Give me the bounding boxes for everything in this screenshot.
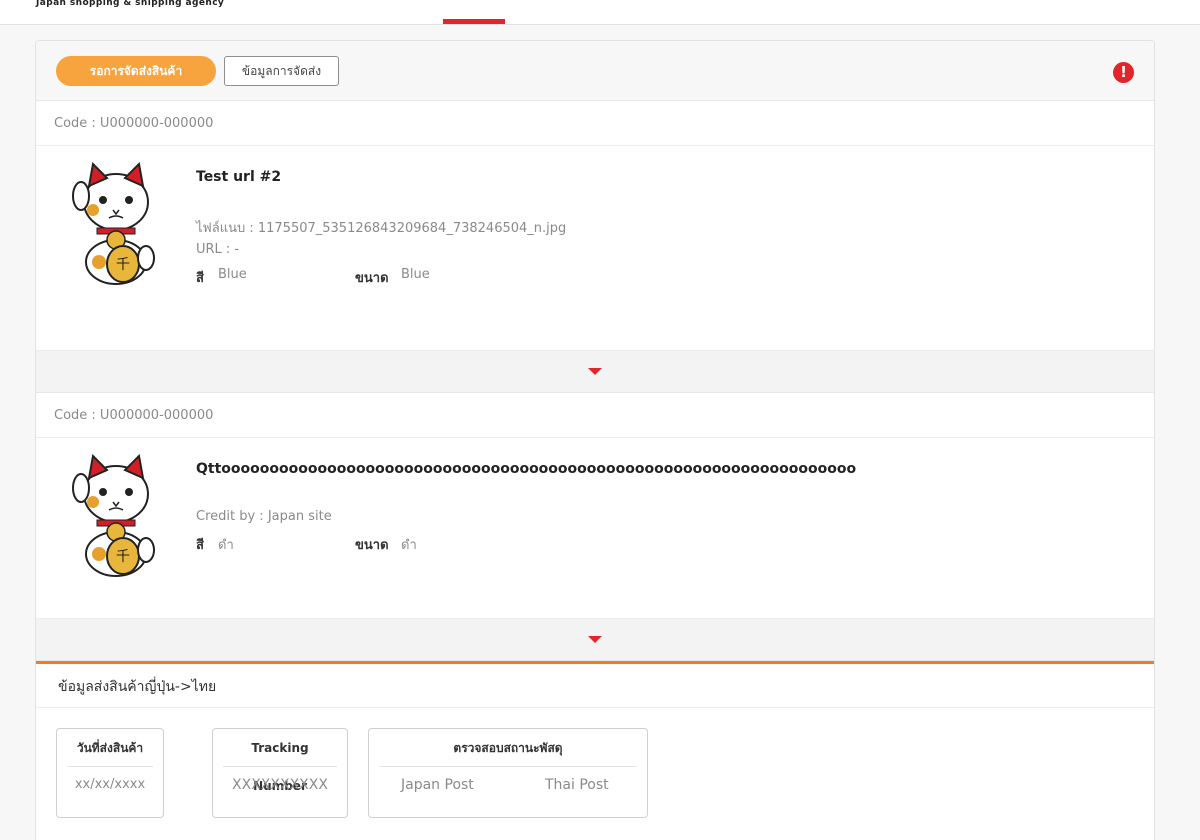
product-image: 千 bbox=[72, 454, 155, 577]
svg-text:千: 千 bbox=[116, 257, 130, 273]
color-value: ดำ bbox=[218, 538, 234, 553]
ship-date-value: xx/xx/xxxx bbox=[74, 777, 146, 792]
product-item: 千 Test url #2 ไฟล์แนบ : 1175507_53512684… bbox=[36, 146, 1154, 351]
shipping-info-button[interactable]: ข้อมูลการจัดส่ง bbox=[224, 56, 339, 86]
product-title: Test url #2 bbox=[196, 169, 282, 185]
tracking-box: Tracking Number XXXXXXXXXX bbox=[212, 728, 348, 818]
size-value: ดำ bbox=[401, 538, 417, 553]
ship-date-label: วันที่ส่งสินค้า bbox=[67, 729, 153, 767]
order-card-header: รอการจัดส่งสินค้า ข้อมูลการจัดส่ง ! bbox=[36, 41, 1154, 101]
color-label: สี bbox=[196, 271, 204, 286]
active-nav-indicator bbox=[443, 19, 505, 24]
japan-post-link[interactable]: Japan Post bbox=[401, 777, 474, 793]
shipping-section-title: ข้อมูลส่งสินค้าญี่ปุ่น->ไทย bbox=[36, 661, 1154, 708]
alert-icon[interactable]: ! bbox=[1113, 62, 1134, 83]
top-header: Japan shopping & shipping agency bbox=[0, 0, 1200, 25]
caret-down-icon[interactable] bbox=[588, 368, 602, 375]
expand-toggle[interactable] bbox=[36, 351, 1154, 393]
status-check-label: ตรวจสอบสถานะพัสดุ bbox=[379, 729, 637, 767]
svg-text:千: 千 bbox=[116, 549, 130, 565]
item-code: Code : U000000-000000 bbox=[36, 393, 1154, 438]
awaiting-shipment-button[interactable]: รอการจัดส่งสินค้า bbox=[56, 56, 216, 86]
ship-date-box: วันที่ส่งสินค้า xx/xx/xxxx bbox=[56, 728, 164, 818]
product-image: 千 bbox=[72, 162, 155, 285]
tracking-label: Tracking Number bbox=[223, 729, 337, 793]
caret-down-icon[interactable] bbox=[588, 636, 602, 643]
tracking-value[interactable]: XXXXXXXXXX bbox=[213, 777, 347, 793]
product-url: URL : - bbox=[196, 242, 240, 257]
product-item: 千 Qttooooooooooooooooooooooooooooooooooo… bbox=[36, 438, 1154, 619]
shipping-details: วันที่ส่งสินค้า xx/xx/xxxx Tracking Numb… bbox=[36, 708, 1154, 840]
thai-post-link[interactable]: Thai Post bbox=[545, 777, 609, 793]
size-label: ขนาด bbox=[355, 271, 389, 286]
color-label: สี bbox=[196, 538, 204, 553]
product-title: Qttooooooooooooooooooooooooooooooooooooo… bbox=[196, 461, 857, 477]
status-check-box: ตรวจสอบสถานะพัสดุ Japan Post Thai Post bbox=[368, 728, 648, 818]
item-code: Code : U000000-000000 bbox=[36, 101, 1154, 146]
credit-text: Credit by : Japan site bbox=[196, 509, 332, 524]
size-label: ขนาด bbox=[355, 538, 389, 553]
expand-toggle[interactable] bbox=[36, 619, 1154, 661]
site-tagline: Japan shopping & shipping agency bbox=[36, 0, 225, 8]
size-value: Blue bbox=[401, 267, 430, 282]
color-value: Blue bbox=[218, 267, 247, 282]
order-card: รอการจัดส่งสินค้า ข้อมูลการจัดส่ง ! Code… bbox=[35, 40, 1155, 840]
attachment-filename[interactable]: ไฟล์แนบ : 1175507_535126843209684_738246… bbox=[196, 217, 566, 238]
